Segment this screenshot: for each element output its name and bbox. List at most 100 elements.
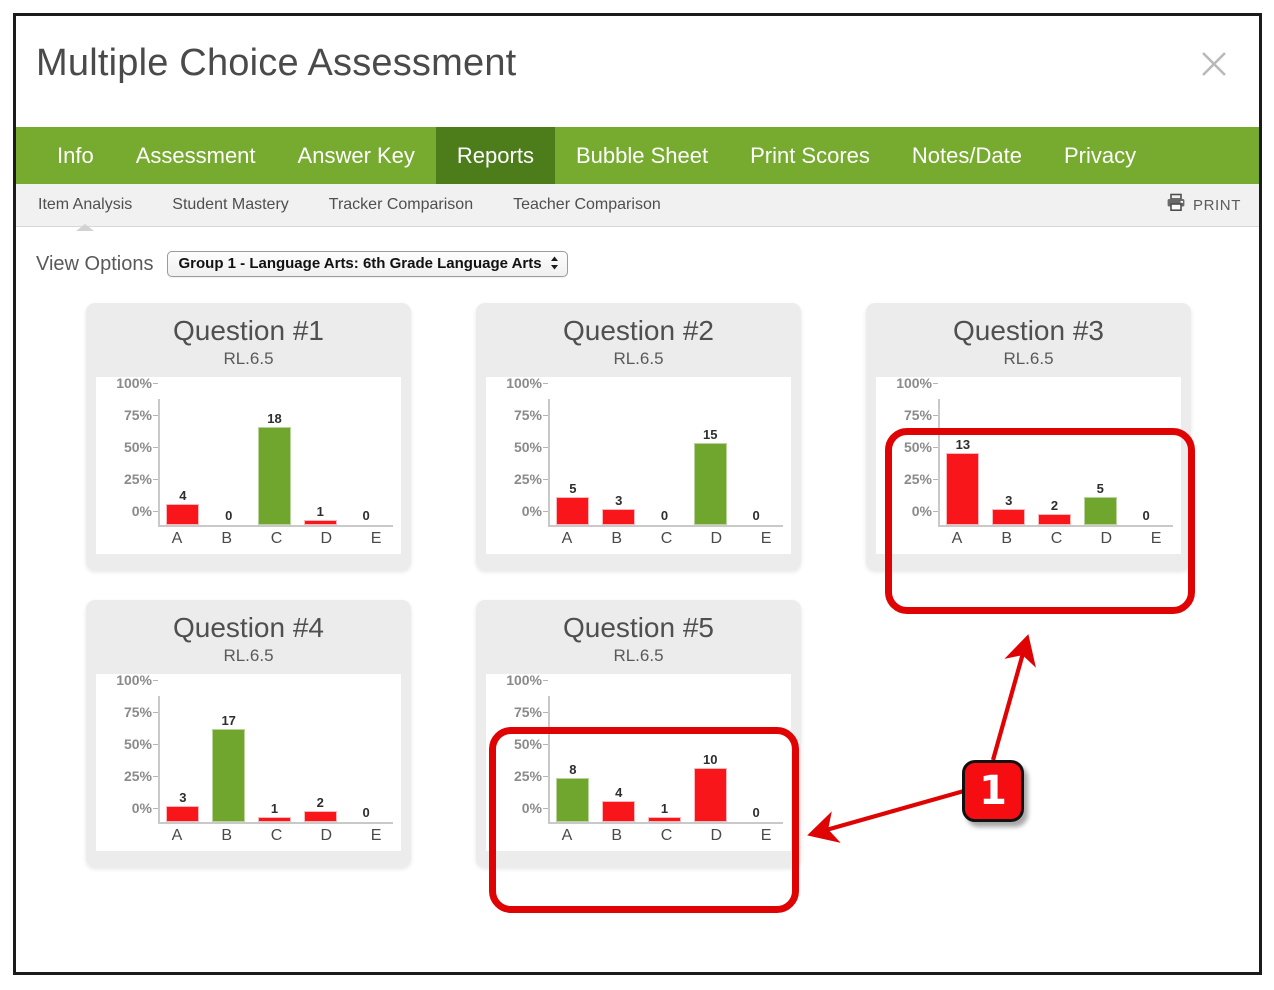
bar-value-label: 3: [179, 790, 187, 805]
bar-value-label: 0: [362, 508, 370, 524]
close-icon[interactable]: [1195, 45, 1233, 83]
question-card[interactable]: Question #4 RL.6.5 0% 25% 50% 75% 100% 3 17 1 2 0 A B…: [86, 600, 411, 868]
plot-area: 4 0 18 1 0: [158, 399, 393, 528]
x-axis-line: [550, 525, 783, 528]
bar-slot: 0: [206, 399, 252, 525]
y-axis-tick: 100%: [896, 375, 938, 392]
bar-slot: 0: [733, 399, 779, 525]
bar-slot: 3: [986, 399, 1032, 526]
bar: 5: [1083, 481, 1117, 526]
x-axis-label: A: [171, 530, 183, 548]
tab-notes-date[interactable]: Notes/Date: [891, 127, 1043, 184]
y-axis-tick: 25%: [513, 768, 549, 785]
bar: 8: [556, 762, 590, 823]
x-axis: A B C D E: [542, 827, 791, 845]
question-chart: 0% 25% 50% 75% 100% 13 3 2 5 0 A B C D E: [876, 375, 1181, 555]
tab-answer-key[interactable]: Answer Key: [277, 127, 436, 184]
modal-window: Multiple Choice Assessment Info Assessme…: [13, 13, 1262, 975]
bar: 3: [166, 790, 200, 823]
bar-slot: 18: [252, 399, 298, 526]
bar: 3: [602, 493, 636, 526]
x-axis-line: [160, 822, 393, 825]
x-axis-label: A: [951, 530, 963, 548]
bar: 1: [258, 801, 291, 823]
y-axis-tick: 0%: [131, 800, 159, 817]
question-card[interactable]: Question #5 RL.6.5 0% 25% 50% 75% 100% 8 4 1 10 0 A B…: [476, 600, 801, 868]
bar-value-label: 2: [1050, 497, 1059, 513]
question-title: Question #1: [173, 315, 324, 346]
x-axis-label: B: [1001, 530, 1013, 548]
printer-icon: [1166, 193, 1186, 217]
page-title: Multiple Choice Assessment: [36, 42, 517, 84]
question-chart: 0% 25% 50% 75% 100% 8 4 1 10 0 A B C D E: [486, 672, 791, 852]
tab-info[interactable]: Info: [36, 127, 115, 184]
tab-assessment[interactable]: Assessment: [115, 127, 277, 184]
bar-value-label: 5: [1096, 481, 1104, 497]
x-axis-label: C: [1050, 530, 1063, 548]
print-button[interactable]: PRINT: [1166, 193, 1241, 217]
bar-value-label: 15: [703, 427, 718, 443]
y-axis-tick: 50%: [513, 736, 549, 753]
bar: 1: [648, 801, 681, 823]
x-axis: A B C D E: [152, 827, 401, 845]
subtab-teacher-comparison[interactable]: Teacher Comparison: [513, 196, 661, 214]
bar-slot: 0: [343, 399, 389, 525]
bar-slot: 2: [1032, 399, 1078, 526]
question-chart: 0% 25% 50% 75% 100% 4 0 18 1 0 A B C D E: [96, 375, 401, 555]
subtab-student-mastery[interactable]: Student Mastery: [172, 196, 289, 214]
question-standard: RL.6.5: [1003, 349, 1054, 369]
question-card[interactable]: Question #2 RL.6.5 0% 25% 50% 75% 100% 5 3 0 15 0 A B…: [476, 303, 801, 571]
bar-value-label: 3: [1005, 492, 1013, 508]
tab-bubble-sheet[interactable]: Bubble Sheet: [555, 127, 729, 184]
tab-print-scores[interactable]: Print Scores: [729, 127, 891, 184]
x-axis-label: E: [1150, 530, 1162, 548]
y-axis-tick: 100%: [506, 375, 548, 392]
y-axis-tick: 75%: [123, 407, 159, 424]
screenshot-root: Multiple Choice Assessment Info Assessme…: [0, 0, 1274, 990]
x-axis: A B C D E: [542, 530, 791, 548]
question-title: Question #5: [563, 612, 714, 644]
y-axis: 0% 25% 50% 75% 100%: [492, 672, 549, 824]
x-axis: A B C D E: [152, 530, 401, 548]
plot-area: 5 3 0 15 0: [548, 399, 783, 528]
bar: 17: [212, 713, 246, 823]
bar-slot: 5: [550, 399, 596, 526]
bar-value-label: 8: [569, 762, 577, 778]
bar-slot: 15: [687, 399, 733, 526]
subtab-tracker-comparison[interactable]: Tracker Comparison: [329, 196, 473, 214]
y-axis-tick: 75%: [123, 704, 159, 721]
x-axis-label: C: [660, 827, 673, 845]
subtab-item-analysis[interactable]: Item Analysis: [38, 196, 132, 231]
tab-reports[interactable]: Reports: [435, 127, 555, 184]
x-axis-line: [160, 525, 393, 528]
bar-value-label: 0: [752, 805, 760, 821]
x-axis-label: D: [320, 827, 333, 845]
group-select[interactable]: Group 1 - Language Arts: 6th Grade Langu…: [167, 251, 568, 277]
y-axis-tick: 50%: [903, 439, 939, 456]
bar-slot: 3: [596, 399, 642, 526]
bar-value-label: 3: [615, 492, 623, 508]
y-axis-tick: 25%: [903, 471, 939, 488]
question-card[interactable]: Question #1 RL.6.5 0% 25% 50% 75% 100% 4 0 18 1 0 A B…: [86, 303, 411, 571]
x-axis-label: D: [1100, 530, 1113, 548]
y-axis-tick: 25%: [513, 471, 549, 488]
tab-privacy[interactable]: Privacy: [1043, 127, 1157, 184]
y-axis-tick: 75%: [903, 407, 939, 424]
bar-slot: 1: [642, 696, 688, 823]
bar: 4: [602, 785, 636, 823]
x-axis-label: C: [660, 530, 673, 548]
bar-value-label: 1: [316, 504, 324, 520]
bar: 13: [946, 437, 980, 526]
bar-slot: 5: [1077, 399, 1123, 526]
x-axis-label: B: [221, 530, 233, 548]
x-axis-label: C: [270, 530, 283, 548]
x-axis-label: E: [760, 530, 772, 548]
group-select-value: Group 1 - Language Arts: 6th Grade Langu…: [178, 255, 542, 272]
plot-area: 3 17 1 2 0: [158, 696, 393, 825]
bar-slot: 13: [940, 399, 986, 526]
view-options-row: View Options Group 1 - Language Arts: 6t…: [16, 227, 1259, 277]
y-axis-tick: 75%: [513, 704, 549, 721]
y-axis-tick: 75%: [513, 407, 549, 424]
question-title: Question #3: [953, 315, 1104, 346]
question-card[interactable]: Question #3 RL.6.5 0% 25% 50% 75% 100% 13 3 2 5 0 A B…: [866, 303, 1191, 571]
